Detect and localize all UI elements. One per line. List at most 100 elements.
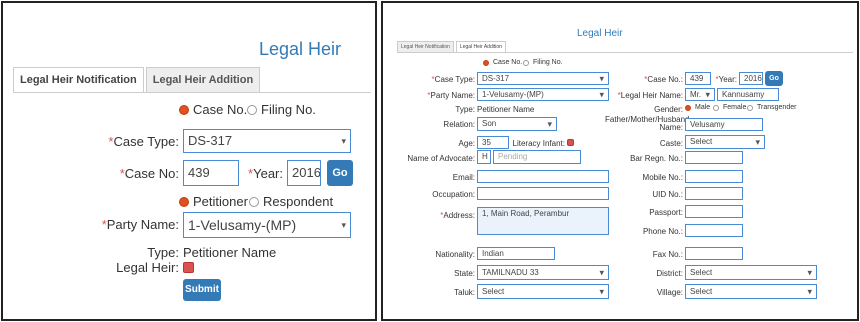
tab-legal-heir-addition[interactable]: Legal Heir Addition [145,67,261,92]
party-name-select[interactable]: 1-Velusamy-(MP) ▾ [183,212,351,238]
bar-regn-input[interactable] [685,151,743,164]
passport-input[interactable] [685,205,743,218]
type-label: Type: [147,245,179,260]
year-input[interactable]: 2016 [739,72,763,85]
gender-female-label: Female [723,104,747,111]
chevron-down-icon: ▾ [807,286,812,296]
case-type-label: *Case Type: [431,75,475,84]
party-name-value: 1-Velusamy-(MP) [482,90,544,99]
phone-input[interactable] [685,224,743,237]
chevron-down-icon: ▾ [807,267,812,277]
case-type-label: *Case Type: [108,134,179,149]
caste-label: Caste: [659,139,683,148]
legal-heir-prefix-select[interactable]: Mr. ▾ [685,88,715,101]
caste-select[interactable]: Select ▾ [685,135,765,149]
type-value: Petitioner Name [477,105,535,114]
chevron-down-icon: ▾ [341,136,346,146]
advocate-prefix-select[interactable]: H [477,150,491,164]
year-label: *Year: [248,166,283,181]
case-no-radio-label: Case No. [493,59,523,66]
occupation-input[interactable] [477,187,609,200]
taluk-label: Taluk: [454,288,475,297]
case-no-radio[interactable]: Case No. [483,59,522,66]
caste-value: Select [690,137,713,146]
fax-label: Fax No.: [652,250,683,259]
tab-legal-heir-notification[interactable]: Legal Heir Notification [397,41,454,52]
relation-select[interactable]: Son ▾ [477,117,557,131]
legal-heir-prefix-value: Mr. [690,90,702,99]
taluk-select[interactable]: Select ▾ [477,284,609,299]
age-input[interactable]: 35 [477,136,509,149]
filing-no-radio-label: Filing No. [261,102,316,117]
chevron-down-icon: ▾ [599,73,604,83]
case-no-label: *Case No: [119,166,179,181]
occupation-label: Occupation: [432,190,475,199]
party-name-select[interactable]: 1-Velusamy-(MP) ▾ [477,88,609,101]
tab-bar: Legal Heir Notification Legal Heir Addit… [13,67,371,93]
go-button[interactable]: Go [327,160,353,186]
relation-value: Son [482,119,497,128]
taluk-value: Select [482,287,505,296]
uid-label: UID No.: [652,190,683,199]
legal-heir-checkbox[interactable] [183,262,194,273]
radio-checked-icon [179,196,189,207]
legal-heir-name-label: *Legal Heir Name: [617,91,683,100]
village-select[interactable]: Select ▾ [685,284,817,299]
radio-unchecked-icon [249,196,259,207]
district-select[interactable]: Select ▾ [685,265,817,280]
literacy-checkbox[interactable] [567,139,574,146]
tab-legal-heir-notification[interactable]: Legal Heir Notification [13,67,144,92]
gender-male-radio[interactable]: Male [685,104,710,111]
respondent-radio[interactable]: Respondent [249,194,333,209]
legal-heir-name-input[interactable]: Kannusamy [717,88,779,101]
uid-input[interactable] [685,187,743,200]
father-name-label: Father/Mother/Husband Name: [605,115,690,132]
go-button[interactable]: Go [765,71,783,86]
year-label: *Year: [715,75,737,84]
chevron-down-icon: ▾ [341,220,346,230]
advocate-input[interactable]: Pending [493,150,581,164]
email-input[interactable] [477,170,609,183]
tab-legal-heir-addition[interactable]: Legal Heir Addition [455,41,506,52]
radio-checked-icon [483,59,489,66]
address-label: *Address: [440,211,475,220]
radio-unchecked-icon [523,59,529,66]
radio-unchecked-icon [747,104,753,111]
literacy-label: Literacy Infant: [512,139,565,148]
case-type-select[interactable]: DS-317 ▾ [477,72,609,85]
filing-no-radio[interactable]: Filing No. [247,102,316,117]
tab-bar: Legal Heir Notification Legal Heir Addit… [397,41,853,53]
address-textarea[interactable]: 1, Main Road, Perambur [477,207,609,235]
state-select[interactable]: TAMILNADU 33 ▾ [477,265,609,280]
chevron-down-icon: ▾ [547,119,552,129]
legal-heir-notification-panel: Legal Heir Legal Heir Notification Legal… [1,1,377,321]
nationality-input[interactable]: Indian [477,247,555,260]
gender-transgender-radio[interactable]: Transgender [747,104,796,111]
radio-unchecked-icon [713,104,719,111]
village-label: Village: [656,288,683,297]
state-label: State: [454,269,475,278]
chevron-down-icon: ▾ [599,267,604,277]
case-no-input[interactable]: 439 [685,72,711,85]
petitioner-radio[interactable]: Petitioner [179,194,248,209]
case-no-radio-label: Case No. [193,102,248,117]
case-no-input[interactable]: 439 [183,160,239,186]
father-name-input[interactable]: Velusamy [685,118,763,131]
submit-button[interactable]: Submit [183,279,221,301]
case-no-radio[interactable]: Case No. [179,102,247,117]
filing-no-radio[interactable]: Filing No. [523,59,563,66]
party-name-label: *Party Name: [427,91,475,100]
chevron-down-icon: ▾ [599,286,604,296]
radio-checked-icon [179,104,189,115]
type-label: Type: [455,105,475,114]
party-name-label: *Party Name: [101,217,179,232]
case-type-select[interactable]: DS-317 ▾ [183,129,351,153]
petitioner-radio-label: Petitioner [193,194,248,209]
mobile-input[interactable] [685,170,743,183]
year-input[interactable]: 2016 [287,160,321,186]
chevron-down-icon: ▾ [755,137,760,147]
fax-input[interactable] [685,247,743,260]
filing-no-radio-label: Filing No. [533,59,563,66]
gender-female-radio[interactable]: Female [713,104,746,111]
gender-label: Gender: [654,105,683,114]
